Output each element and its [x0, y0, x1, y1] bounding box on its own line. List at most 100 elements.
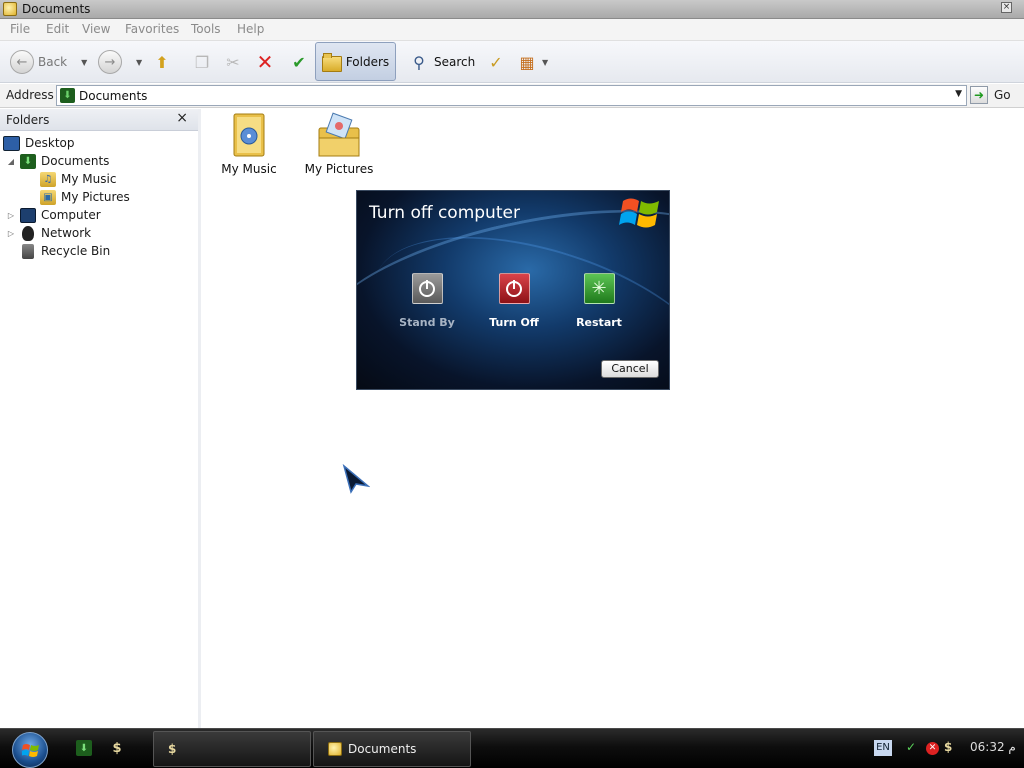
documents-icon: ⬇: [20, 153, 36, 169]
desktop-icon: [3, 135, 20, 151]
folder-icon: [321, 52, 342, 72]
documents-icon: ⬇: [60, 88, 75, 103]
tree-item-desktop[interactable]: Desktop: [3, 134, 75, 152]
stand-by-label: Stand By: [399, 316, 455, 329]
language-indicator[interactable]: EN: [874, 740, 892, 756]
window-title: Documents: [22, 2, 91, 16]
folders-pane: Folders × Desktop ◢ ⬇ Documents ♫ My Mus…: [0, 109, 201, 728]
delete-button[interactable]: ✕: [254, 49, 276, 75]
menu-file[interactable]: File: [10, 22, 30, 36]
pictures-folder-icon: [317, 112, 361, 157]
close-pane-button[interactable]: ×: [176, 110, 188, 126]
tray-error-icon[interactable]: ✕: [926, 742, 939, 755]
turn-off-label: Turn Off: [489, 316, 539, 329]
tree-label-desktop: Desktop: [25, 136, 75, 150]
back-dropdown-icon[interactable]: ▼: [81, 58, 87, 67]
tree-item-my-music[interactable]: ♫ My Music: [40, 170, 116, 188]
search-icon: ⚲: [413, 52, 425, 72]
delete-icon: ✕: [256, 50, 274, 74]
content-label-my-pictures: My Pictures: [304, 162, 374, 176]
views-dropdown-icon[interactable]: ▼: [542, 58, 548, 67]
content-item-my-pictures[interactable]: My Pictures: [299, 112, 379, 176]
tray-app-icon[interactable]: $: [944, 740, 952, 754]
turn-off-button[interactable]: Turn Off: [474, 273, 554, 329]
collapse-arrow-icon[interactable]: ◢: [7, 157, 15, 166]
copy-button[interactable]: ❐: [191, 49, 213, 75]
tray-network-icon[interactable]: ✓: [906, 740, 916, 754]
stand-by-power-icon: [411, 273, 443, 304]
up-folder-button[interactable]: ⬆: [151, 49, 173, 75]
menu-favorites[interactable]: Favorites: [125, 22, 179, 36]
taskbar-task-app[interactable]: $: [153, 731, 311, 767]
menu-view[interactable]: View: [82, 22, 110, 36]
folder-options-button[interactable]: ✓: [485, 49, 507, 75]
move-button[interactable]: ✂: [222, 49, 244, 75]
search-button[interactable]: ⚲ Search: [408, 49, 475, 75]
windows-start-icon: [22, 744, 39, 757]
menu-help[interactable]: Help: [237, 22, 264, 36]
restart-button[interactable]: ✳ Restart: [559, 273, 639, 329]
taskbar-task-documents[interactable]: Documents: [313, 731, 471, 767]
folders-pane-header: Folders ×: [0, 109, 198, 131]
forward-dropdown-icon[interactable]: ▼: [136, 58, 142, 67]
start-button[interactable]: [12, 732, 48, 768]
restart-icon: ✳: [583, 273, 615, 304]
properties-button[interactable]: ✔: [288, 49, 310, 75]
folders-pane-title: Folders: [6, 113, 50, 127]
copy-icon: ❐: [194, 52, 210, 72]
address-bar: Address ⬇ Documents ▼ ➜ Go: [0, 84, 1024, 108]
forward-button[interactable]: → ▼: [98, 49, 142, 75]
tree-label-recycle-bin: Recycle Bin: [41, 244, 111, 258]
tree-item-recycle-bin[interactable]: Recycle Bin: [20, 242, 110, 260]
dialog-title: Turn off computer: [369, 203, 520, 223]
tree-item-computer[interactable]: ▷ Computer: [7, 206, 101, 224]
pictures-folder-icon: ▣: [40, 189, 56, 205]
task-app-icon: $: [168, 742, 177, 756]
expand-arrow-icon[interactable]: ▷: [7, 229, 15, 238]
tree-label-my-music: My Music: [61, 172, 117, 186]
tree-item-network[interactable]: ▷ Network: [7, 224, 91, 242]
views-button[interactable]: ▦ ▼: [516, 49, 548, 75]
mouse-cursor-icon: [342, 464, 370, 494]
address-field[interactable]: ⬇ Documents ▼: [56, 85, 967, 106]
taskbar: ⬇ $ $ Documents EN ✓ ✕ $ 06:32 م: [0, 728, 1024, 768]
computer-icon: [20, 207, 36, 223]
task-documents-label: Documents: [348, 742, 417, 756]
forward-arrow-icon: →: [98, 50, 122, 74]
tree-label-network: Network: [41, 226, 92, 240]
stand-by-button[interactable]: Stand By: [387, 273, 467, 329]
tree-label-computer: Computer: [41, 208, 101, 222]
content-label-my-music: My Music: [221, 162, 277, 176]
go-button[interactable]: ➜ Go: [970, 86, 1011, 104]
turn-off-dialog: Turn off computer Stand By Turn Off ✳ Re…: [356, 190, 670, 390]
back-label: Back: [38, 55, 68, 69]
music-folder-icon: [231, 112, 267, 157]
address-dropdown-icon[interactable]: ▼: [955, 89, 962, 99]
quicklaunch-app-icon[interactable]: $: [109, 740, 125, 756]
toolbar: ← Back ▼ → ▼ ⬆ ❐ ✂ ✕ ✔ Folders ⚲ Search …: [0, 41, 1024, 83]
folders-button[interactable]: Folders: [315, 42, 396, 81]
recycle-bin-icon: [22, 243, 34, 259]
go-label: Go: [994, 88, 1011, 102]
folder-app-icon: [3, 2, 17, 16]
cancel-button[interactable]: Cancel: [601, 360, 659, 378]
tree-item-documents[interactable]: ◢ ⬇ Documents: [7, 152, 109, 170]
tree-label-documents: Documents: [41, 154, 110, 168]
content-item-my-music[interactable]: My Music: [209, 112, 289, 176]
back-button[interactable]: ← Back ▼: [10, 49, 87, 75]
back-arrow-icon: ←: [10, 50, 34, 74]
menu-tools[interactable]: Tools: [191, 22, 221, 36]
folder-options-icon: ✓: [489, 52, 503, 72]
close-window-button[interactable]: ×: [1001, 2, 1012, 13]
windows-logo-icon: [619, 198, 659, 228]
menu-edit[interactable]: Edit: [46, 22, 69, 36]
network-icon: [22, 225, 34, 241]
quicklaunch-documents-icon[interactable]: ⬇: [76, 740, 92, 756]
folders-label: Folders: [345, 54, 390, 69]
clock[interactable]: 06:32 م: [970, 740, 1016, 754]
turn-off-power-icon: [498, 273, 530, 304]
task-folder-icon: [328, 742, 342, 756]
expand-arrow-icon[interactable]: ▷: [7, 211, 15, 220]
tree-item-my-pictures[interactable]: ▣ My Pictures: [40, 188, 130, 206]
restart-label: Restart: [576, 316, 622, 329]
